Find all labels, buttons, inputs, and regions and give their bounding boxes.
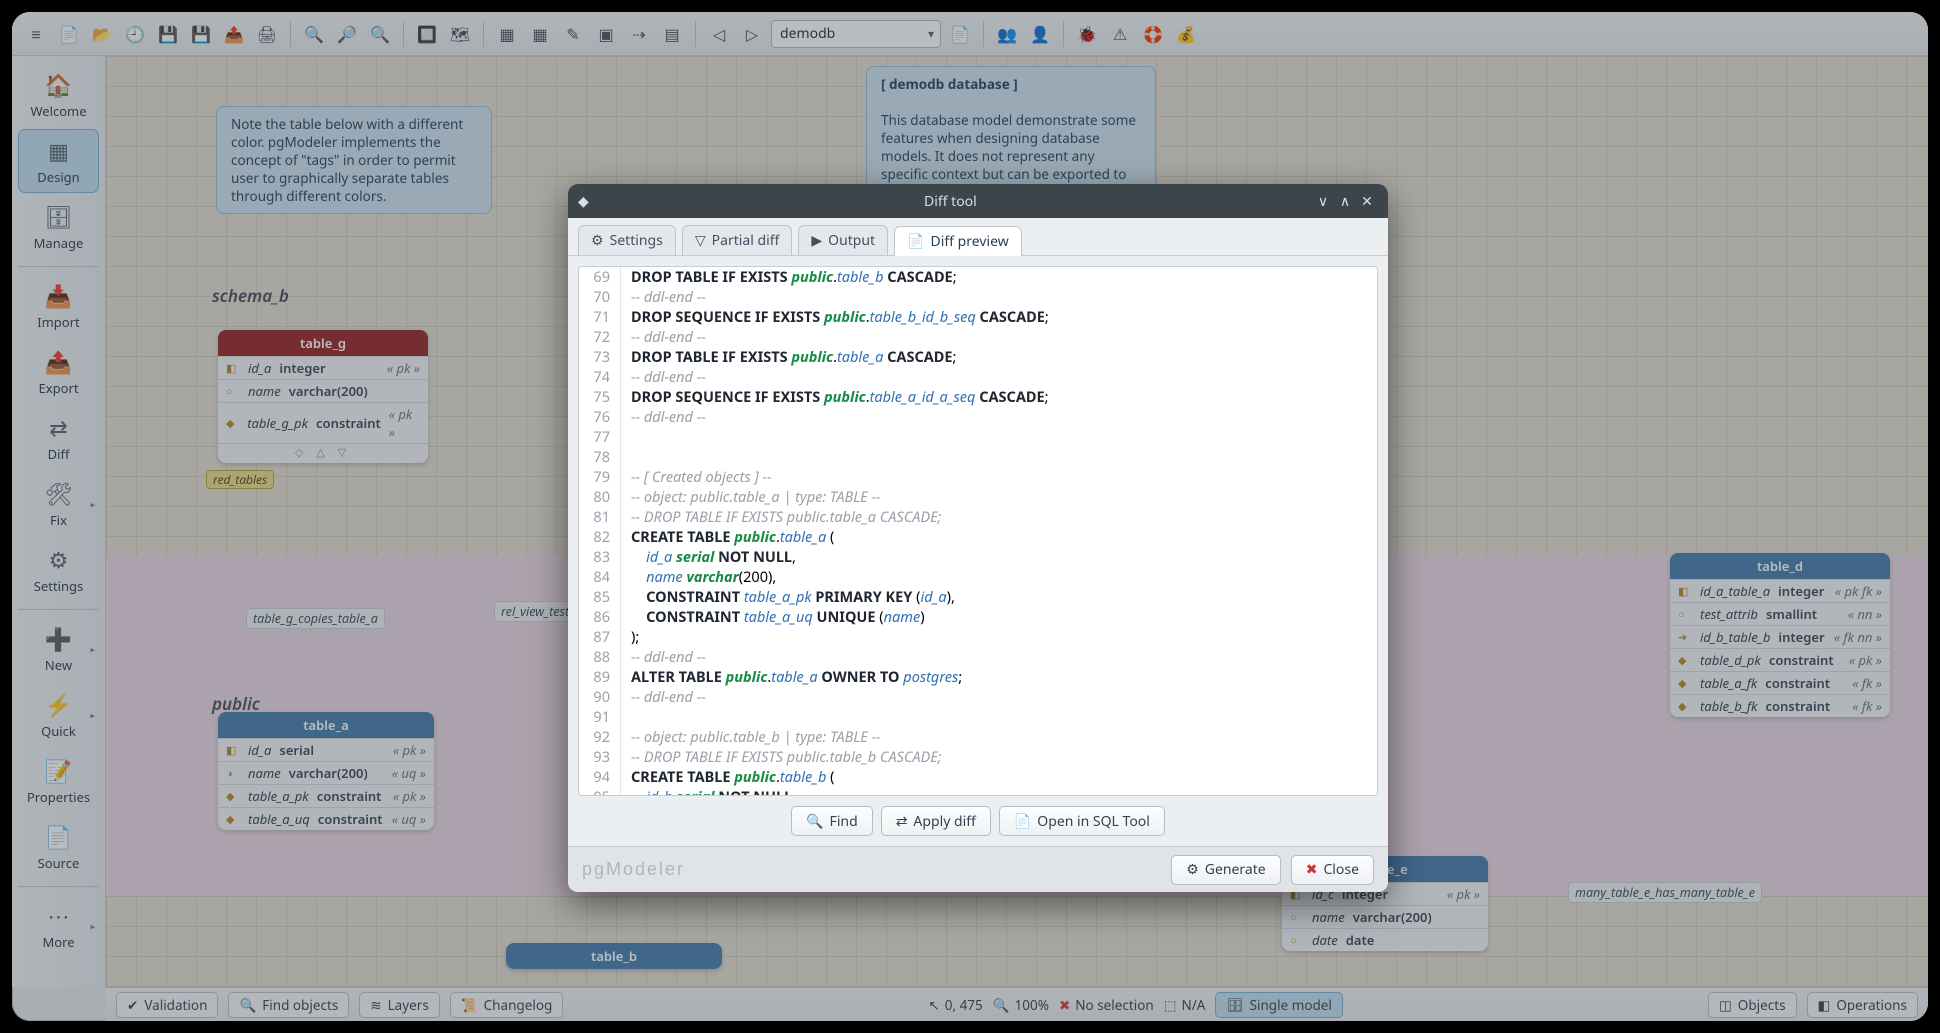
apply-diff-button[interactable]: ⇄Apply diff [881,806,991,836]
code-line: 83 id_a serial NOT NULL, [579,547,1377,567]
close-icon: ✖ [1306,860,1318,879]
app-icon: ◆ [578,192,589,211]
sliders-icon: ⚙ [591,231,604,250]
code-line: 78 [579,447,1377,467]
tab-diff-preview[interactable]: 📄Diff preview [894,226,1022,256]
code-line: 79-- [ Created objects ] -- [579,467,1377,487]
preview-icon: 📄 [907,232,924,251]
close-icon[interactable]: ✕ [1356,192,1378,211]
code-line: 82CREATE TABLE public.table_a ( [579,527,1377,547]
code-line: 91 [579,707,1377,727]
tab-partial-diff[interactable]: ▽Partial diff [682,225,793,255]
code-line: 80-- object: public.table_a | type: TABL… [579,487,1377,507]
search-icon: 🔍 [806,812,823,831]
code-line: 70-- ddl-end -- [579,287,1377,307]
apply-icon: ⇄ [896,812,908,831]
code-line: 77 [579,427,1377,447]
close-button[interactable]: ✖Close [1291,855,1374,885]
code-line: 72-- ddl-end -- [579,327,1377,347]
filter-icon: ▽ [695,231,706,250]
tab-settings[interactable]: ⚙Settings [578,225,676,255]
code-line: 71DROP SEQUENCE IF EXISTS public.table_b… [579,307,1377,327]
dialog-footer: pgModeler ⚙Generate ✖Close [568,846,1388,892]
output-icon: ▶ [811,231,822,250]
code-line: 90-- ddl-end -- [579,687,1377,707]
sql-icon: 📄 [1014,812,1031,831]
tab-output[interactable]: ▶Output [798,225,888,255]
code-line: 74-- ddl-end -- [579,367,1377,387]
code-line: 93-- DROP TABLE IF EXISTS public.table_b… [579,747,1377,767]
diff-dialog: ◆ Diff tool ∨ ∧ ✕ ⚙Settings ▽Partial dif… [568,184,1388,892]
dialog-titlebar[interactable]: ◆ Diff tool ∨ ∧ ✕ [568,184,1388,218]
code-line: 94CREATE TABLE public.table_b ( [579,767,1377,787]
code-line: 76-- ddl-end -- [579,407,1377,427]
code-line: 81-- DROP TABLE IF EXISTS public.table_a… [579,507,1377,527]
code-line: 92-- object: public.table_b | type: TABL… [579,727,1377,747]
code-line: 87); [579,627,1377,647]
find-button[interactable]: 🔍Find [791,806,873,836]
dialog-title: Diff tool [589,192,1312,211]
code-preview[interactable]: 69DROP TABLE IF EXISTS public.table_b CA… [578,266,1378,796]
code-line: 85 CONSTRAINT table_a_pk PRIMARY KEY (id… [579,587,1377,607]
code-line: 73DROP TABLE IF EXISTS public.table_a CA… [579,347,1377,367]
code-line: 95 id_b serial NOT NULL, [579,787,1377,796]
code-line: 75DROP SEQUENCE IF EXISTS public.table_a… [579,387,1377,407]
minimize-icon[interactable]: ∨ [1312,192,1334,211]
code-line: 69DROP TABLE IF EXISTS public.table_b CA… [579,267,1377,287]
code-line: 89ALTER TABLE public.table_a OWNER TO po… [579,667,1377,687]
dialog-actions: 🔍Find ⇄Apply diff 📄Open in SQL Tool [568,806,1388,846]
maximize-icon[interactable]: ∧ [1334,192,1356,211]
dialog-tabs: ⚙Settings ▽Partial diff ▶Output 📄Diff pr… [568,218,1388,256]
code-line: 86 CONSTRAINT table_a_uq UNIQUE (name) [579,607,1377,627]
generate-button[interactable]: ⚙Generate [1171,855,1281,885]
app-root: ≡ 📄 📂 🕘 💾 💾 📤 🖨 🔍 🔎 🔍 🔲 🗺 ▦ ▦ ✎ ▣ ⇢ ▤ ◁ … [12,12,1928,1021]
code-line: 84 name varchar(200), [579,567,1377,587]
gear-icon: ⚙ [1186,860,1199,879]
brand-label: pgModeler [582,859,685,880]
code-line: 88-- ddl-end -- [579,647,1377,667]
open-sql-button[interactable]: 📄Open in SQL Tool [999,806,1165,836]
